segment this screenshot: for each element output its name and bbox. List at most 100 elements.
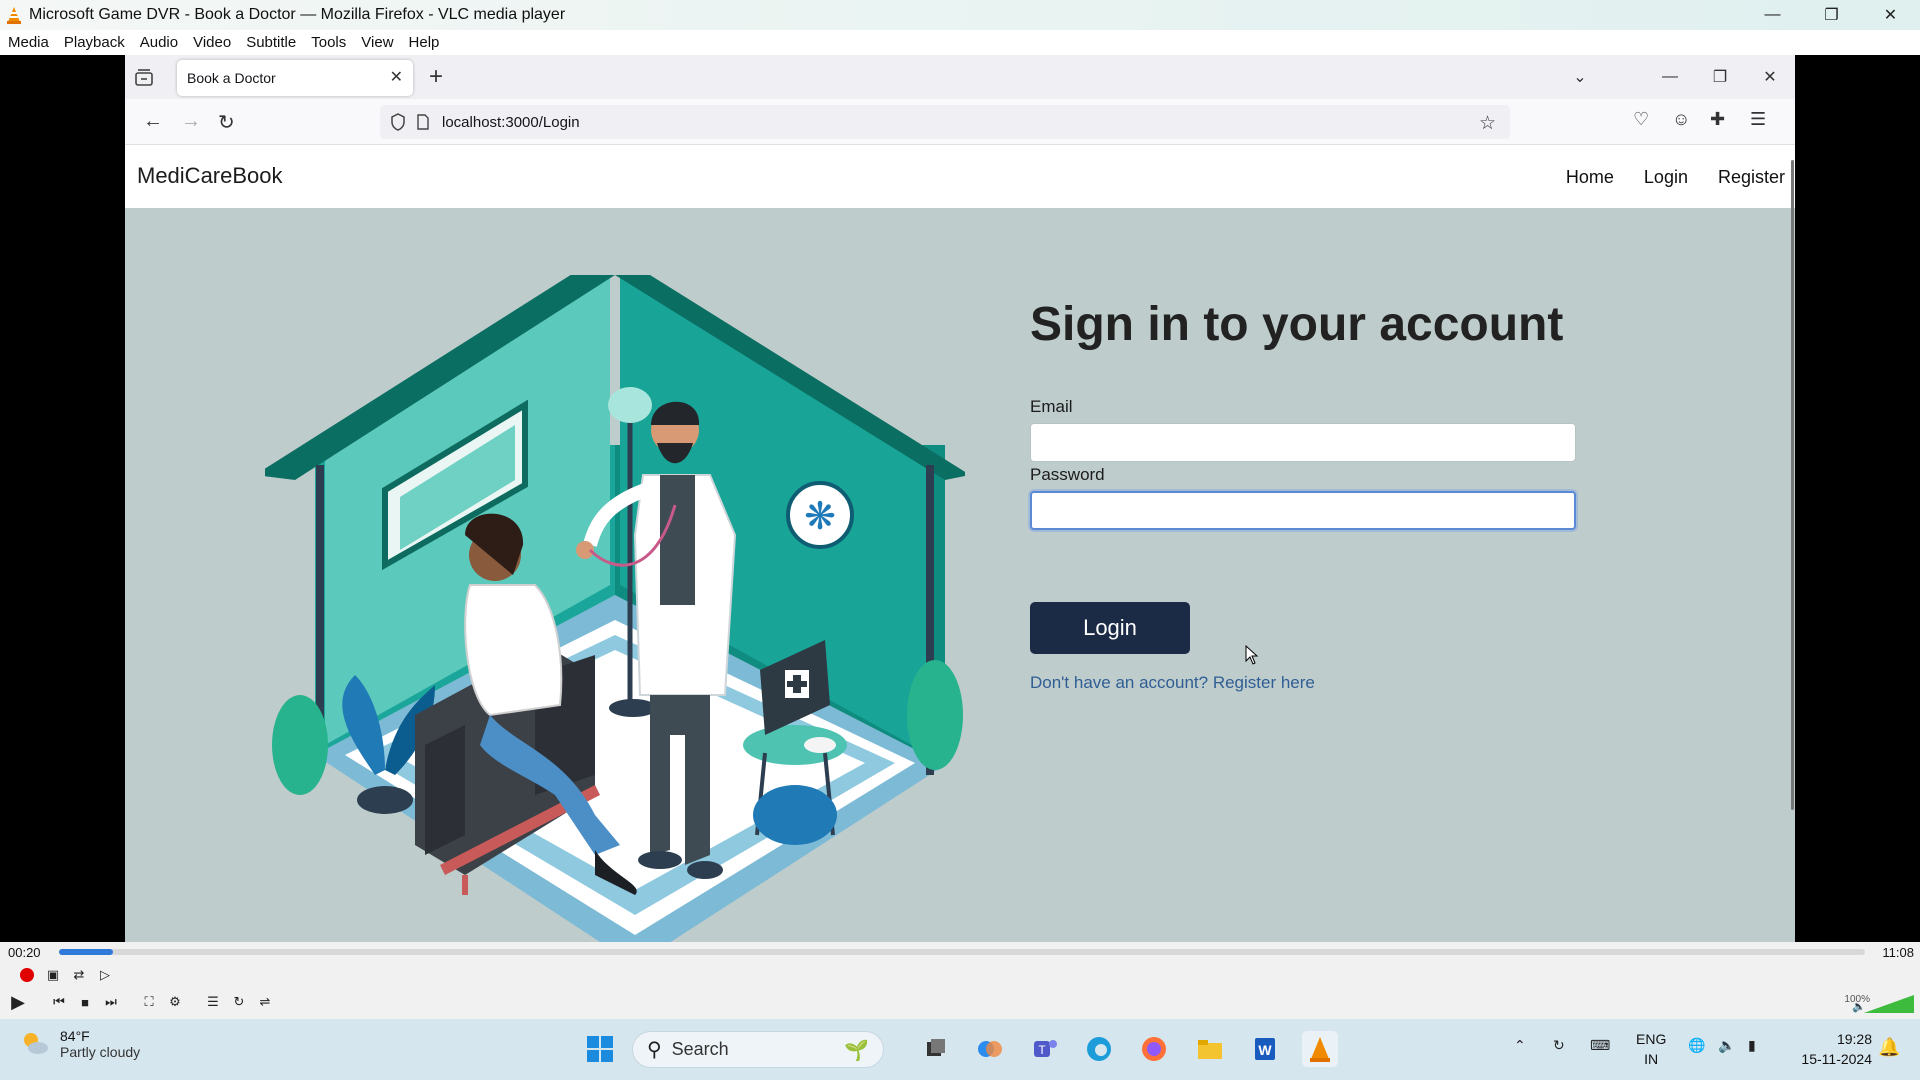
clock[interactable]: 19:28 15-11-2024 (1801, 1029, 1872, 1069)
tab-list-chevron-icon[interactable]: ⌄ (1555, 67, 1605, 87)
web-page: MediCareBook Home Login Register ❋ Sign … (125, 145, 1795, 942)
page-info-icon[interactable] (416, 114, 430, 130)
minimize-button[interactable]: — (1743, 0, 1802, 30)
mouse-cursor-icon (1245, 645, 1259, 665)
svg-text:❋: ❋ (804, 496, 836, 538)
search-icon: ⚲ (647, 1039, 662, 1061)
word-icon[interactable]: W (1247, 1031, 1283, 1067)
windows-start-icon[interactable] (582, 1031, 618, 1067)
close-button[interactable]: ✕ (1861, 0, 1920, 30)
bookmark-star-icon[interactable]: ☆ (1479, 112, 1496, 135)
vlc-menu-bar: Media Playback Audio Video Subtitle Tool… (0, 30, 1920, 55)
next-icon[interactable]: ⏭ (101, 992, 121, 1012)
region-code: IN (1644, 1051, 1659, 1067)
stop-icon[interactable]: ■ (75, 992, 95, 1012)
password-field[interactable] (1030, 491, 1576, 530)
playlist-icon[interactable]: ☰ (203, 992, 223, 1012)
pocket-icon[interactable]: ♡ (1633, 109, 1649, 130)
ff-minimize-button[interactable]: — (1645, 68, 1695, 86)
menu-playback[interactable]: Playback (64, 34, 125, 51)
account-icon[interactable]: ☺ (1672, 109, 1690, 130)
loop-icon[interactable]: ↻ (229, 992, 249, 1012)
total-time[interactable]: 11:08 (1882, 945, 1914, 960)
seek-progress (59, 949, 114, 955)
menu-tools[interactable]: Tools (311, 34, 346, 51)
frame-step-icon[interactable]: ▷ (95, 965, 115, 985)
tab-book-a-doctor[interactable]: Book a Doctor ✕ (177, 60, 413, 96)
maximize-button[interactable]: ❐ (1802, 0, 1861, 30)
clock-time: 19:28 (1836, 1031, 1872, 1047)
firefox-icon[interactable] (1136, 1031, 1172, 1067)
shield-icon[interactable] (390, 113, 406, 131)
notification-bell-icon[interactable]: 🔔 (1878, 1037, 1900, 1058)
menu-audio[interactable]: Audio (140, 34, 178, 51)
doctor-patient-illustration: ❋ (265, 275, 965, 942)
fullscreen-icon[interactable]: ⛶ (139, 992, 159, 1012)
weather-widget[interactable]: 84°F Partly cloudy (20, 1028, 140, 1060)
partly-cloudy-icon (24, 1033, 48, 1054)
clock-date: 15-11-2024 (1801, 1051, 1872, 1067)
elapsed-time[interactable]: 00:20 (8, 945, 41, 960)
loop-ab-icon[interactable]: ⇄ (69, 965, 89, 985)
window-title: Microsoft Game DVR - Book a Doctor — Moz… (29, 6, 566, 23)
snapshot-icon[interactable]: ▣ (43, 965, 63, 985)
menu-view[interactable]: View (361, 34, 393, 51)
weather-temperature: 84°F (60, 1028, 90, 1044)
page-scrollbar[interactable] (1791, 160, 1794, 810)
task-view-icon[interactable] (918, 1031, 954, 1067)
file-explorer-icon[interactable] (1192, 1031, 1228, 1067)
language-indicator[interactable]: ENG IN (1636, 1029, 1666, 1069)
menu-media[interactable]: Media (8, 34, 49, 51)
hamburger-menu-icon[interactable]: ☰ (1750, 109, 1766, 130)
battery-icon[interactable]: ▮ (1748, 1037, 1756, 1054)
edge-icon[interactable] (1081, 1031, 1117, 1067)
register-link[interactable]: Don't have an account? Register here (1030, 673, 1315, 693)
speaker-icon[interactable]: 🔈 (1718, 1037, 1735, 1054)
copilot-icon[interactable] (972, 1031, 1008, 1067)
menu-subtitle[interactable]: Subtitle (246, 34, 296, 51)
vlc-cone-icon (7, 7, 21, 24)
taskbar-search[interactable]: ⚲ Search 🌱 (632, 1031, 884, 1068)
email-field[interactable] (1030, 423, 1576, 462)
keyboard-icon[interactable]: ⌨ (1590, 1037, 1610, 1054)
sync-icon[interactable]: ↻ (1553, 1037, 1565, 1054)
weather-condition: Partly cloudy (60, 1044, 141, 1060)
url-text[interactable]: localhost:3000/Login (442, 114, 580, 131)
ff-restore-button[interactable]: ❐ (1695, 67, 1745, 87)
firefox-view-icon[interactable] (133, 67, 155, 89)
video-area[interactable]: Book a Doctor ✕ + ⌄ — ❐ ✕ ← → ↻ localhos… (0, 55, 1920, 942)
previous-icon[interactable]: ⏮ (49, 992, 69, 1012)
tab-close-icon[interactable]: ✕ (390, 67, 403, 87)
extended-settings-icon[interactable]: ⚙ (165, 992, 185, 1012)
menu-help[interactable]: Help (409, 34, 440, 51)
firefox-tab-strip: Book a Doctor ✕ + ⌄ — ❐ ✕ (125, 55, 1795, 99)
firefox-nav-bar: ← → ↻ localhost:3000/Login ☆ ♡ ☺ ✚ ☰ (125, 99, 1795, 145)
new-tab-icon[interactable]: + (429, 63, 443, 91)
search-placeholder: Search (671, 1039, 729, 1059)
login-button[interactable]: Login (1030, 602, 1190, 654)
email-label: Email (1030, 397, 1073, 416)
site-brand[interactable]: MediCareBook (137, 163, 283, 189)
reload-icon[interactable]: ↻ (218, 110, 235, 135)
menu-video[interactable]: Video (193, 34, 231, 51)
page-title: Sign in to your account (1030, 298, 1564, 351)
teams-icon[interactable]: T (1027, 1031, 1063, 1067)
url-bar[interactable]: localhost:3000/Login ☆ (380, 105, 1510, 139)
volume-slider[interactable]: 🔈 (1852, 994, 1914, 1014)
extensions-icon[interactable]: ✚ (1710, 109, 1725, 130)
record-icon[interactable] (17, 965, 37, 985)
shuffle-icon[interactable]: ⇌ (255, 992, 275, 1012)
site-navbar: MediCareBook Home Login Register (125, 145, 1795, 208)
ff-close-button[interactable]: ✕ (1745, 67, 1795, 87)
svg-text:W: W (1258, 1042, 1272, 1058)
forward-arrow-icon[interactable]: → (181, 110, 201, 133)
network-globe-icon[interactable]: 🌐 (1688, 1037, 1705, 1054)
nav-login-link[interactable]: Login (1644, 167, 1688, 188)
back-arrow-icon[interactable]: ← (143, 110, 163, 133)
nav-register-link[interactable]: Register (1718, 167, 1785, 188)
play-icon[interactable]: ▶ (8, 992, 28, 1012)
show-hidden-icons-chevron-icon[interactable]: ⌃ (1514, 1037, 1526, 1054)
seek-bar[interactable] (59, 949, 1865, 955)
vlc-taskbar-icon[interactable] (1302, 1031, 1338, 1067)
nav-home-link[interactable]: Home (1566, 167, 1614, 188)
